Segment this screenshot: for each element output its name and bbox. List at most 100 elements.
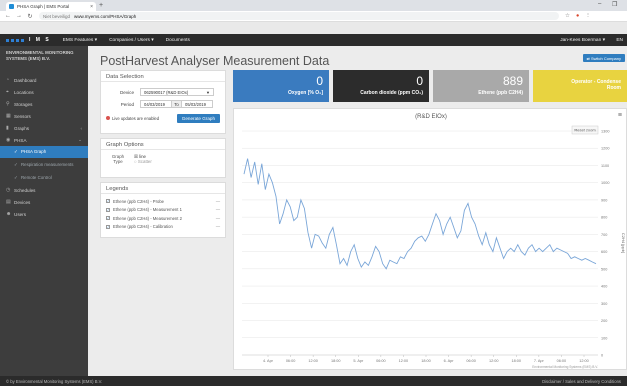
minimize-icon[interactable]: – — [598, 1, 601, 7]
y-tick-label: 600 — [601, 250, 607, 254]
tab-close-icon[interactable]: × — [90, 4, 93, 10]
legend-item[interactable]: ✓ Ethene (ppb C2H4) - Measurement 2 — — [101, 214, 225, 223]
ethene-tile: 889 Ethene (ppb C2H4) — [433, 70, 529, 102]
checkbox-icon[interactable]: ✓ — [106, 207, 110, 212]
chevron-down-icon: ⌄ — [78, 137, 82, 142]
browser-tab-bar: PHSA Graph | EMS Portal × + – ❐ — [0, 0, 627, 11]
menu-dots-icon[interactable]: ⋮ — [585, 13, 591, 19]
user-menu[interactable]: Jan-Kees Boerman ▾ — [560, 38, 605, 43]
sidebar-item-label: Storages — [14, 101, 33, 107]
device-select[interactable]: 062590017 (R&D EIOx) ▼ — [140, 88, 214, 96]
sidebar-item-devices[interactable]: ▤ Devices — [0, 196, 88, 208]
y-tick-label: 1100 — [601, 164, 609, 168]
not-secure-label: Niet beveiligd — [43, 13, 71, 19]
switch-company-button[interactable]: ⇄ Switch Company — [582, 54, 625, 62]
legend-item-label: Ethene (ppb C2H4) - Probe — [113, 198, 164, 204]
checkbox-icon[interactable]: ✓ — [106, 224, 110, 229]
language-selector[interactable]: EN — [616, 38, 623, 43]
tile-label: Oxygen [% O₂] — [287, 90, 323, 96]
sidebar-item-schedules[interactable]: ◷ Schedules — [0, 184, 88, 196]
nav-documents[interactable]: Documents — [166, 38, 190, 43]
sidebar-item-phsa[interactable]: ◉ PHSA ⌄ — [0, 134, 88, 146]
device-icon: ▤ — [6, 199, 11, 205]
panel-title: Data Selection — [101, 71, 225, 82]
tab-title: PHSA Graph | EMS Portal — [17, 4, 70, 9]
panel-title: Graph Options — [101, 139, 225, 150]
period-to-input[interactable]: 05/03/2019 — [181, 100, 213, 108]
star-icon[interactable]: ☆ — [565, 13, 570, 19]
to-label: To — [172, 100, 181, 108]
sidebar-item-locations[interactable]: ⌖ Locations — [0, 86, 88, 98]
data-selection-panel: Data Selection Device 062590017 (R&D EIO… — [100, 70, 226, 134]
url-input[interactable]: Niet beveiligd www.myems.com/PHSA/Graph — [39, 12, 559, 20]
nav-companies-users[interactable]: Companies / Users ▾ — [109, 38, 154, 43]
room-tile: Operator - Condense Room — [533, 70, 627, 102]
sidebar-sub-phsa-graph[interactable]: ✓ PHSA Graph — [0, 146, 88, 158]
ethene-line-chart[interactable]: (R&D EIOx) Reset zoom 0 100 200 300 400 500 600 7… — [234, 109, 627, 371]
sidebar-sub-label: Respiration measurements — [21, 161, 74, 167]
chart-panel: ≡ (R&D EIOx) Reset zoom 0 100 200 300 400 500 60… — [233, 108, 627, 370]
maximize-icon[interactable]: ❐ — [612, 1, 617, 8]
legend-item[interactable]: ✓ Ethene (ppb C2H4) - Calibration — — [101, 223, 225, 232]
x-tick-label: 18:00 — [331, 359, 341, 363]
sidebar-item-graphs[interactable]: ▮ Graphs ‹ — [0, 122, 88, 134]
generate-graph-button[interactable]: Generate Graph — [176, 113, 220, 123]
chart-menu-icon[interactable]: ≡ — [618, 112, 622, 119]
sidebar-sub-remote-control[interactable]: ✓ Remote Control — [0, 172, 88, 184]
reload-icon[interactable]: ↻ — [27, 13, 33, 20]
checkbox-icon[interactable]: ✓ — [106, 216, 110, 221]
sidebar-item-label: Graphs — [14, 125, 30, 131]
app-logo[interactable]: I M S — [6, 37, 51, 43]
series-line[interactable] — [243, 158, 597, 270]
x-tick-label: 12:00 — [579, 359, 589, 363]
sidebar-item-storages[interactable]: ⚲ Storages — [0, 98, 88, 110]
browser-tab[interactable]: PHSA Graph | EMS Portal × — [6, 2, 96, 11]
y-tick-label: 1000 — [601, 181, 609, 185]
extension-icon[interactable]: ● — [576, 13, 579, 19]
logo-text: I M S — [29, 37, 51, 43]
period-from-input[interactable]: 04/03/2019 — [140, 100, 172, 108]
x-tick-label: 12:00 — [399, 359, 409, 363]
phsa-icon: ◉ — [6, 137, 11, 143]
x-tick-label: 18:00 — [421, 359, 431, 363]
sidebar-item-users[interactable]: ☻ Users — [0, 208, 88, 220]
tile-label: Room — [606, 85, 621, 91]
check-icon: ✓ — [14, 161, 18, 167]
y-tick-label: 100 — [601, 336, 607, 340]
legend-item[interactable]: ✓ Ethene (ppb C2H4) - Measurement 1 — — [101, 206, 225, 215]
sidebar-item-label: Sensors — [14, 113, 31, 119]
favicon-icon — [9, 4, 14, 9]
sidebar-item-dashboard[interactable]: ◔ Dashboard — [0, 74, 88, 86]
sidebar-item-label: Users — [14, 211, 26, 217]
back-icon[interactable]: ← — [5, 13, 11, 19]
sidebar-item-label: Schedules — [14, 187, 36, 193]
graph-type-scatter-option[interactable]: ○ Scatter — [134, 159, 152, 164]
new-tab-button[interactable]: + — [99, 2, 103, 10]
sidebar-item-sensors[interactable]: ▦ Sensors — [0, 110, 88, 122]
graph-type-label-line: Type — [113, 159, 123, 165]
users-icon: ☻ — [6, 211, 12, 217]
footer: © by Environmental Monitoring Systems (E… — [0, 376, 627, 386]
y-axis-label: C2H4 [ppb] — [621, 233, 626, 253]
x-tick-label: 7. Apr — [534, 359, 545, 363]
tile-value: 889 — [502, 74, 523, 88]
x-tick-label: 4. Apr — [263, 359, 274, 363]
tile-value: 0 — [416, 74, 423, 88]
nav-ems-features[interactable]: EMS Features ▾ — [63, 38, 97, 43]
footer-copyright: © by Environmental Monitoring Systems (E… — [6, 378, 103, 384]
reset-zoom-label[interactable]: Reset zoom — [574, 128, 596, 133]
y-tick-label: 400 — [601, 285, 607, 289]
checkbox-icon[interactable]: ✓ — [106, 199, 110, 204]
logo-square-icon — [21, 38, 24, 42]
check-icon: ✓ — [14, 174, 18, 180]
sidebar-item-label: Devices — [14, 199, 31, 205]
period-row: Period 04/03/2019 To 05/03/2019 — [101, 98, 225, 110]
y-tick-label: 0 — [601, 354, 603, 358]
footer-disclaimer-link[interactable]: Disclaimer / Sales and Delivery Conditio… — [542, 379, 621, 384]
x-tick-label: 06:00 — [376, 359, 386, 363]
legend-item[interactable]: ✓ Ethene (ppb C2H4) - Probe — — [101, 197, 225, 206]
forward-icon[interactable]: → — [16, 13, 22, 19]
chevron-left-icon: ‹ — [80, 125, 82, 131]
sidebar-sub-respiration[interactable]: ✓ Respiration measurements — [0, 158, 88, 172]
legend-line-icon: — — [215, 207, 220, 213]
